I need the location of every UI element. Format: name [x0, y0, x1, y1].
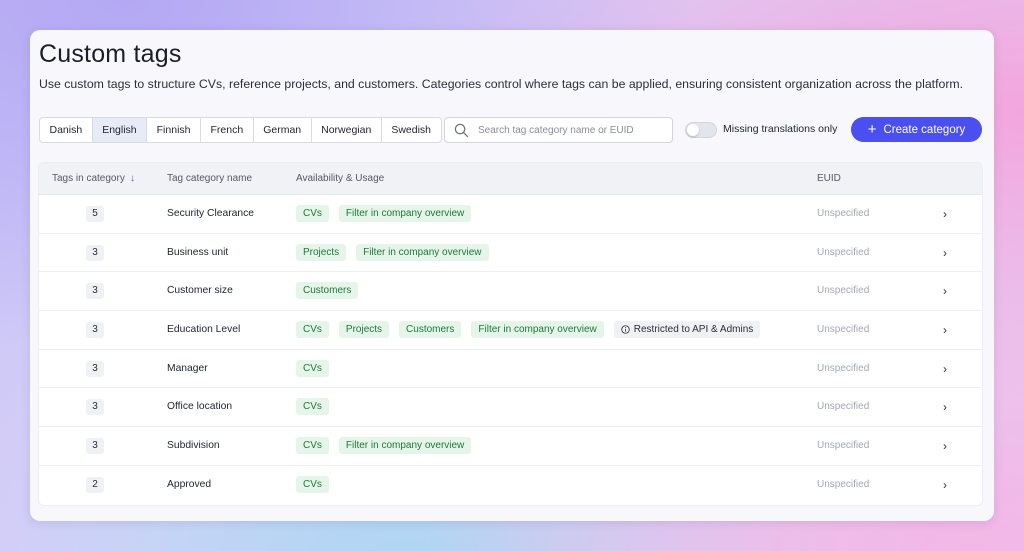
availability-tags: CVs [296, 398, 329, 416]
euid-value: Unspecified [817, 246, 870, 258]
usage-tag: CVs [296, 437, 329, 455]
page-title: Custom tags [39, 40, 182, 68]
euid-value: Unspecified [817, 285, 870, 297]
usage-tag-label: Restricted to API & Admins [633, 324, 754, 336]
tag-categories-table: Tags in category ↓ Tag category name Avai… [39, 163, 982, 505]
category-name: Manager [167, 362, 208, 374]
availability-tags: CVs Filter in company overview [296, 205, 472, 222]
tag-count: 3 [86, 399, 104, 416]
availability-tags: CVs [296, 475, 329, 493]
search-icon [454, 123, 469, 138]
usage-tag: CVs [296, 205, 329, 222]
create-category-button[interactable]: + Create category [851, 117, 982, 142]
category-name: Approved [167, 478, 212, 490]
chevron-right-icon[interactable]: › [943, 323, 947, 337]
category-name: Office location [167, 401, 233, 413]
chevron-right-icon[interactable]: › [943, 362, 947, 376]
tag-count: 2 [86, 476, 104, 493]
usage-tag: Customers [296, 282, 359, 300]
availability-tags: CVs [296, 359, 329, 377]
tag-count: 3 [86, 283, 104, 300]
tag-count: 3 [86, 438, 104, 455]
category-name: Customer size [167, 285, 233, 297]
euid-value: Unspecified [817, 324, 870, 336]
tag-count: 3 [86, 360, 104, 377]
availability-tags: CVs Projects Customers Filter in company ov… [296, 321, 761, 339]
page-description: Use custom tags to structure CVs, refere… [39, 77, 964, 91]
category-name: Subdivision [167, 440, 220, 452]
availability-tags: CVs Filter in company overview [296, 437, 472, 455]
euid-value: Unspecified [817, 478, 870, 490]
language-norwegian[interactable]: Norwegian [312, 118, 382, 142]
custom-tags-panel: Custom tags Use custom tags to structure… [30, 30, 994, 521]
usage-tag: Projects [338, 321, 390, 339]
language-english[interactable]: English [92, 118, 148, 142]
tag-count: 5 [86, 206, 104, 222]
table-body: 5 Security Clearance CVs Filter in company … [39, 195, 982, 505]
euid-value: Unspecified [817, 362, 870, 374]
chevron-right-icon[interactable]: › [943, 246, 947, 260]
table-row[interactable]: 3 Office location CVs Unspecified › [39, 388, 982, 428]
table-row[interactable]: 3 Education Level CVs Projects Customers Filt… [39, 311, 982, 350]
language-french[interactable]: French [201, 118, 254, 142]
plus-icon: + [867, 121, 877, 138]
euid-value: Unspecified [817, 208, 870, 219]
availability-tags: Customers [296, 282, 359, 300]
table-row[interactable]: 3 Subdivision CVs Filter in company overvie… [39, 427, 982, 466]
chevron-right-icon[interactable]: › [943, 207, 947, 221]
tag-count: 3 [86, 244, 104, 261]
usage-tag: Filter in company overview [338, 205, 472, 222]
header-tags-in-category[interactable]: Tags in category ↓ [52, 173, 135, 184]
toggle-knob [687, 124, 699, 136]
usage-tag: CVs [296, 359, 329, 377]
usage-tag: Projects [296, 243, 347, 261]
usage-tag: CVs [296, 475, 329, 493]
missing-translations-toggle[interactable] [685, 122, 717, 138]
category-name: Security Clearance [167, 208, 254, 219]
usage-tag: CVs [296, 398, 329, 416]
chevron-right-icon[interactable]: › [943, 284, 947, 298]
chevron-right-icon[interactable]: › [943, 400, 947, 414]
table-row[interactable]: 5 Security Clearance CVs Filter in company … [39, 195, 982, 234]
category-name: Education Level [167, 324, 241, 336]
category-name: Business unit [167, 246, 229, 258]
table-row[interactable]: 2 Approved CVs Unspecified › [39, 466, 982, 505]
header-availability: Availability & Usage [296, 173, 385, 184]
usage-tag: CVs [296, 321, 329, 339]
chevron-right-icon[interactable]: › [943, 478, 947, 492]
language-selector: Danish English Finnish French German Norwegia… [39, 117, 442, 143]
create-category-label: Create category [883, 123, 966, 136]
arrow-down-icon: ↓ [129, 173, 135, 184]
table-row[interactable]: 3 Business unit Projects Filter in company … [39, 234, 982, 273]
usage-tag: Restricted to API & Admins [613, 321, 761, 339]
usage-tag: Filter in company overview [471, 321, 604, 339]
usage-tag: Customers [399, 321, 462, 339]
tag-count: 3 [86, 322, 104, 339]
language-danish[interactable]: Danish [40, 118, 93, 142]
language-finnish[interactable]: Finnish [147, 118, 201, 142]
euid-value: Unspecified [817, 440, 870, 452]
table-row[interactable]: 3 Manager CVs Unspecified › [39, 350, 982, 389]
language-german[interactable]: German [254, 118, 312, 142]
search-box [444, 117, 673, 143]
table-row[interactable]: 3 Customer size Customers Unspecified › [39, 272, 982, 312]
header-euid: EUID [817, 173, 841, 184]
language-swedish[interactable]: Swedish [382, 118, 441, 142]
header-category-name: Tag category name [167, 173, 253, 184]
search-input[interactable] [478, 118, 668, 142]
missing-translations-label: Missing translations only [723, 123, 838, 135]
info-icon [621, 325, 630, 334]
chevron-right-icon[interactable]: › [943, 439, 947, 453]
euid-value: Unspecified [817, 401, 870, 413]
availability-tags: Projects Filter in company overview [296, 243, 489, 261]
usage-tag: Filter in company overview [338, 437, 472, 455]
table-header: Tags in category ↓ Tag category name Avai… [39, 163, 982, 195]
usage-tag: Filter in company overview [356, 243, 489, 261]
